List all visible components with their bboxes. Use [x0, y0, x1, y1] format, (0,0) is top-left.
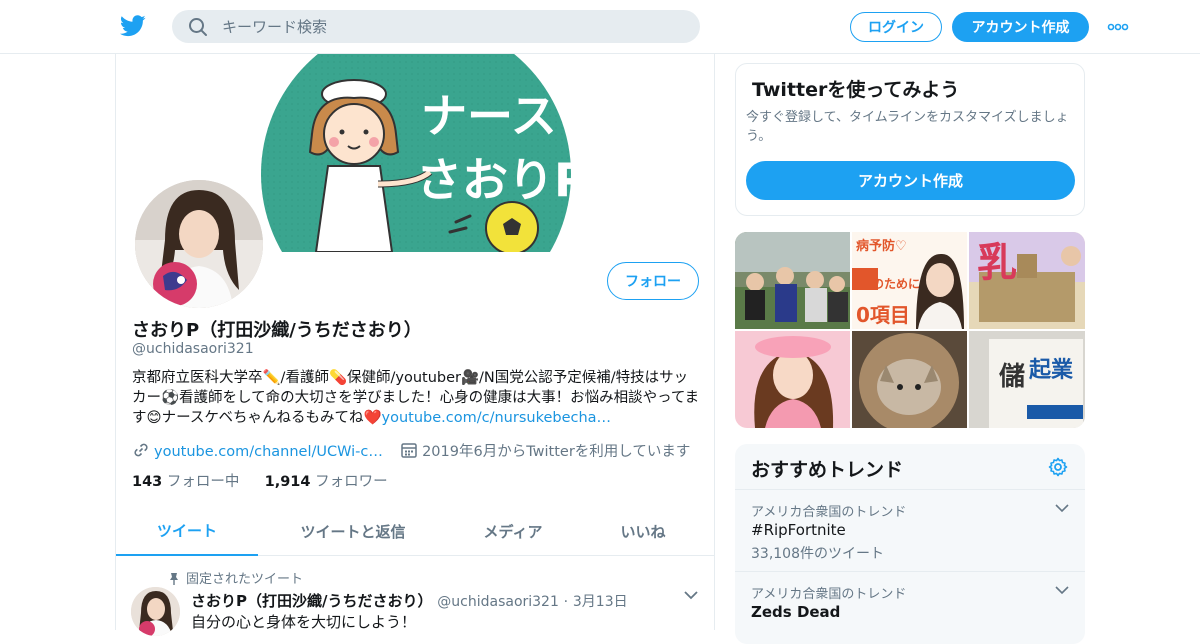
tile2-text-top: 病予防♡: [856, 238, 907, 254]
signup-card-button[interactable]: アカウント作成: [746, 161, 1075, 200]
followers-stat[interactable]: 1,914 フォロワー: [265, 474, 388, 490]
trend-context: アメリカ合衆国のトレンド: [751, 505, 907, 520]
search-bar[interactable]: [172, 10, 700, 43]
media-tile-2[interactable]: 病予防♡ のために 0項目: [852, 232, 967, 329]
tweet-separator: ·: [563, 594, 569, 610]
pinned-label: 固定されたツイート: [186, 572, 304, 587]
pin-icon: [170, 573, 178, 585]
tweet-text: 自分の心と身体を大切にしよう！: [191, 613, 417, 631]
profile-column: ナース さおりP フォロー さおりP（打田沙織/うちださおり） @uchidas…: [115, 54, 715, 636]
tile2-text-mid: のために: [872, 277, 920, 291]
followers-count: 1,914: [264, 474, 311, 490]
tweet-author-avatar[interactable]: [131, 587, 180, 636]
signup-button[interactable]: アカウント作成: [952, 12, 1089, 42]
signup-card-description: 今すぐ登録して、タイムラインをカスタマイズしましょう。: [746, 110, 1069, 144]
gear-icon[interactable]: [1048, 457, 1068, 477]
more-dots-icon[interactable]: [1107, 22, 1129, 32]
media-tile-1[interactable]: [735, 232, 850, 329]
chevron-down-icon[interactable]: [684, 590, 698, 600]
tab-tweets[interactable]: ツイート: [116, 506, 258, 556]
login-button[interactable]: ログイン: [850, 12, 942, 42]
calendar-icon: [401, 443, 417, 458]
twitter-bird-icon[interactable]: [120, 14, 146, 38]
trend-name: #RipFortnite: [751, 521, 846, 539]
banner-text-line1: ナース: [421, 89, 557, 143]
pinned-indicator: 固定されたツイート: [168, 568, 303, 587]
media-tile-5[interactable]: [852, 331, 967, 428]
trend-name: Zeds Dead: [751, 603, 841, 621]
tweet-author-name[interactable]: さおりP（打田沙織/うちださおり）: [191, 592, 432, 610]
media-tile-4[interactable]: [735, 331, 850, 428]
media-tile-6[interactable]: 儲 起業: [969, 331, 1085, 428]
tile3-text: 乳: [977, 240, 1017, 286]
trend-context: アメリカ合衆国のトレンド: [751, 587, 907, 602]
trend-item[interactable]: アメリカ合衆国のトレンド Zeds Dead: [735, 571, 1085, 644]
chevron-down-icon[interactable]: [1055, 504, 1069, 513]
signup-card: Twitterを使ってみよう 今すぐ登録して、タイムラインをカスタマイズしましょ…: [735, 63, 1085, 216]
tile6-text-bottom: 起業: [1028, 358, 1074, 383]
following-stat[interactable]: 143 フォロー中: [132, 474, 239, 490]
profile-tabs: ツイート ツイートと返信 メディア いいね: [116, 506, 714, 556]
tweet-author-handle[interactable]: @uchidasaori321: [437, 594, 559, 610]
tab-likes[interactable]: いいね: [578, 506, 708, 556]
tile2-text-bottom: 0項目: [856, 303, 910, 327]
trends-title: おすすめトレンド: [751, 459, 904, 481]
joined-date: 2019年6月からTwitterを利用しています: [422, 444, 691, 460]
following-label: フォロー中: [166, 474, 240, 490]
follow-button[interactable]: フォロー: [607, 262, 699, 300]
profile-avatar[interactable]: [131, 176, 267, 312]
profile-stats: 143 フォロー中 1,914 フォロワー: [132, 470, 388, 491]
tweet-header: さおりP（打田沙織/うちださおり） @uchidasaori321 · 3月13…: [191, 590, 628, 611]
trend-item[interactable]: アメリカ合衆国のトレンド #RipFortnite 33,108件のツイート: [735, 489, 1085, 571]
tweet-date[interactable]: 3月13日: [573, 594, 628, 610]
trends-panel: おすすめトレンド アメリカ合衆国のトレンド #RipFortnite 33,10…: [735, 444, 1085, 644]
tab-media[interactable]: メディア: [448, 506, 578, 556]
profile-handle[interactable]: @uchidasaori321: [132, 341, 254, 357]
trend-count: 33,108件のツイート: [751, 546, 884, 562]
search-input[interactable]: [222, 10, 682, 43]
top-navigation-bar: ログイン アカウント作成: [0, 0, 1200, 54]
followers-label: フォロワー: [315, 474, 388, 490]
link-icon: [134, 443, 148, 457]
tile6-text-top: 儲: [999, 362, 1025, 392]
bio-link[interactable]: youtube.com/c/nursukebecha…: [382, 410, 612, 426]
chevron-down-icon[interactable]: [1055, 586, 1069, 595]
following-count: 143: [132, 474, 163, 490]
profile-bio: 京都府立医科大学卒✏️/看護師💊保健師/youtuber🎥/N国党公認予定候補/…: [132, 368, 702, 428]
media-tile-3[interactable]: 乳: [969, 232, 1085, 329]
media-grid: 病予防♡ のために 0項目 乳 儲 起業: [735, 232, 1085, 428]
signup-card-title: Twitterを使ってみよう: [752, 79, 960, 101]
website-link[interactable]: youtube.com/channel/UCWi-c…: [154, 444, 383, 460]
tab-tweets-and-replies[interactable]: ツイートと返信: [258, 506, 448, 556]
profile-name: さおりP（打田沙織/うちださおり）: [132, 320, 422, 341]
profile-meta: youtube.com/channel/UCWi-c… 2019年6月からTwi…: [132, 440, 702, 462]
search-icon: [189, 18, 207, 36]
banner-text-line2: さおりP: [416, 153, 588, 207]
